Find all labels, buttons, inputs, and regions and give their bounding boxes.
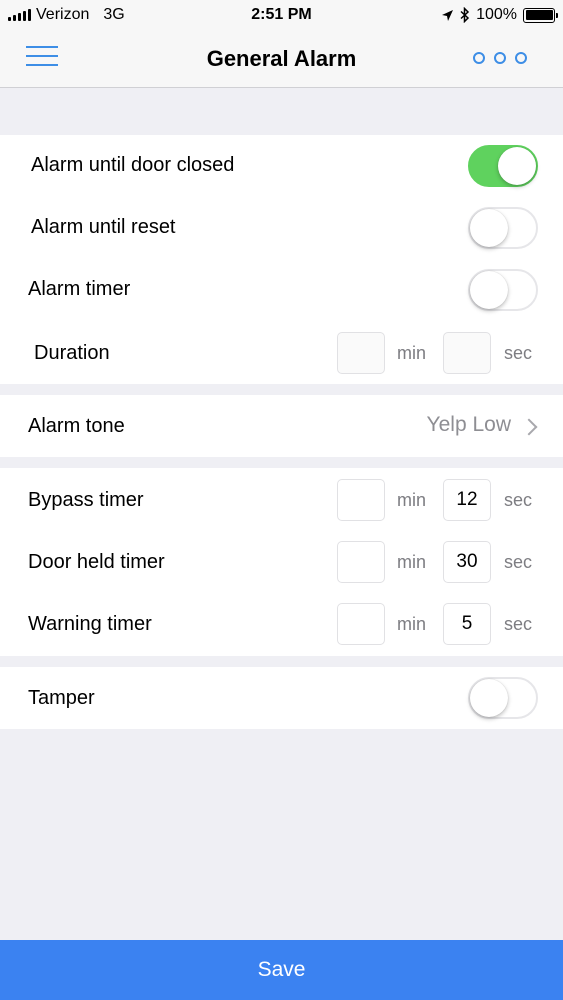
- bypass-timer-sec-input[interactable]: [443, 479, 491, 521]
- bluetooth-icon: [460, 7, 470, 23]
- alarm-until-door-closed-toggle[interactable]: [468, 145, 538, 187]
- timers-section: Bypass timer min sec Door held timer min…: [0, 468, 563, 656]
- status-left: Verizon 3G: [8, 6, 125, 24]
- alarm-tone-value: Yelp Low: [426, 413, 511, 436]
- bypass-timer-label: Bypass timer: [28, 489, 144, 511]
- location-arrow-icon: [442, 9, 454, 21]
- row-door-held-timer: Door held timer min sec: [0, 531, 563, 593]
- row-alarm-timer: Alarm timer: [0, 259, 563, 321]
- duration-sec-input[interactable]: [443, 332, 491, 374]
- row-alarm-until-reset: Alarm until reset: [0, 197, 563, 259]
- nav-bar: General Alarm: [0, 30, 563, 88]
- toggle-knob: [470, 271, 508, 309]
- duration-label: Duration: [34, 342, 110, 364]
- alarm-timer-toggle[interactable]: [468, 269, 538, 311]
- tamper-label: Tamper: [28, 687, 95, 709]
- more-options-icon[interactable]: [473, 52, 527, 64]
- door-held-timer-min-input[interactable]: [337, 541, 385, 583]
- door-held-timer-min-unit: min: [397, 552, 427, 572]
- tamper-toggle[interactable]: [468, 677, 538, 719]
- warning-timer-min-input[interactable]: [337, 603, 385, 645]
- alarm-until-reset-toggle[interactable]: [468, 207, 538, 249]
- alarm-timer-label: Alarm timer: [28, 278, 131, 300]
- door-held-timer-sec-unit: sec: [504, 552, 533, 572]
- toggle-knob: [470, 679, 508, 717]
- row-duration: Duration min sec: [0, 322, 563, 384]
- alarm-tone-label: Alarm tone: [28, 415, 125, 437]
- status-right: 100%: [441, 6, 558, 24]
- door-held-timer-label: Door held timer: [28, 551, 165, 573]
- signal-strength-icon: [8, 9, 31, 21]
- hamburger-menu-icon[interactable]: [26, 46, 58, 66]
- tamper-section: Tamper: [0, 667, 563, 729]
- warning-timer-min-unit: min: [397, 614, 427, 634]
- status-bar: Verizon 3G 2:51 PM 100%: [0, 0, 563, 30]
- warning-timer-sec-unit: sec: [504, 614, 533, 634]
- bypass-timer-min-unit: min: [397, 490, 427, 510]
- toggle-knob: [498, 147, 536, 185]
- row-warning-timer: Warning timer min sec: [0, 593, 563, 655]
- duration-min-input[interactable]: [337, 332, 385, 374]
- bypass-timer-min-input[interactable]: [337, 479, 385, 521]
- alarm-until-reset-label: Alarm until reset: [31, 216, 176, 238]
- warning-timer-sec-input[interactable]: [443, 603, 491, 645]
- chevron-right-icon: [520, 418, 538, 436]
- carrier-name: Verizon: [36, 6, 90, 23]
- duration-sec-unit: sec: [504, 343, 533, 363]
- network-type: 3G: [103, 6, 125, 23]
- row-alarm-until-door-closed: Alarm until door closed: [0, 135, 563, 197]
- alarm-until-door-closed-label: Alarm until door closed: [31, 154, 235, 176]
- toggle-knob: [470, 209, 508, 247]
- door-held-timer-sec-input[interactable]: [443, 541, 491, 583]
- alarm-tone-row[interactable]: Alarm tone Yelp Low: [0, 395, 563, 457]
- bypass-timer-sec-unit: sec: [504, 490, 533, 510]
- save-button[interactable]: Save: [0, 940, 563, 1000]
- row-bypass-timer: Bypass timer min sec: [0, 468, 563, 530]
- alarm-options-section: Alarm until door closed Alarm until rese…: [0, 135, 563, 384]
- warning-timer-label: Warning timer: [28, 613, 152, 635]
- duration-min-unit: min: [397, 343, 427, 363]
- battery-percent: 100%: [476, 6, 517, 23]
- battery-icon: [523, 7, 558, 23]
